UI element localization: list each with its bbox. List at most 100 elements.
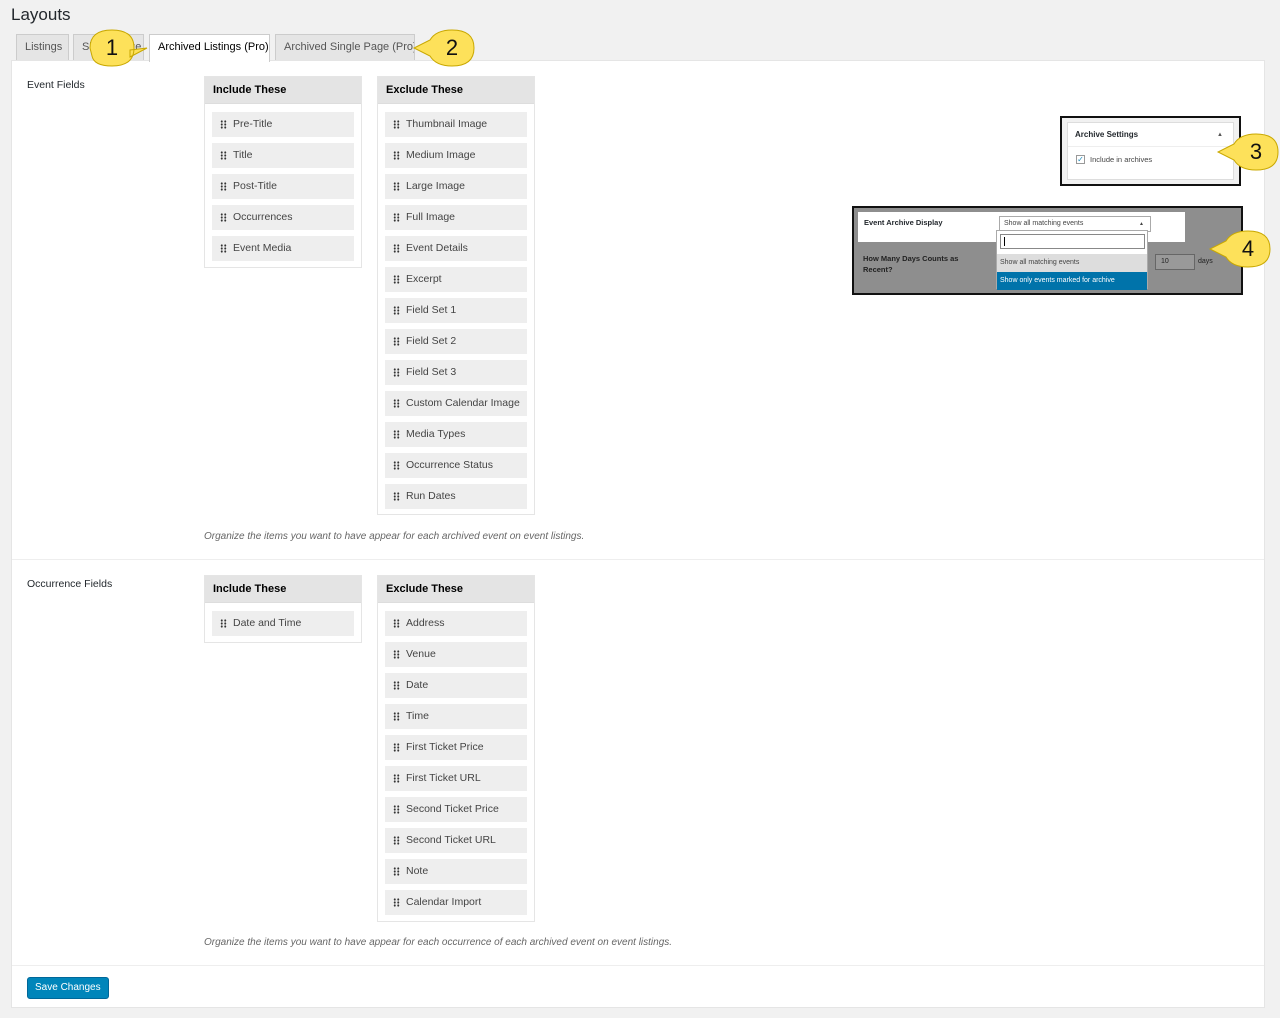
occurrence-exclude-list: Address Venue Date Time First Ticket Price Fi… — [378, 603, 534, 915]
tab-archived-listings[interactable]: Archived Listings (Pro) — [149, 34, 270, 62]
field-item[interactable]: First Ticket URL — [385, 766, 527, 791]
field-item[interactable]: Full Image — [385, 205, 527, 230]
field-item-label: First Ticket URL — [406, 772, 481, 784]
drag-handle-icon[interactable] — [393, 337, 400, 346]
field-item[interactable]: Second Ticket URL — [385, 828, 527, 853]
drag-handle-icon[interactable] — [393, 244, 400, 253]
archive-settings-title: Archive Settings — [1075, 130, 1139, 139]
callout-3: 3 — [1216, 130, 1280, 174]
drag-handle-icon[interactable] — [220, 213, 227, 222]
section-divider — [12, 559, 1264, 560]
field-item[interactable]: Large Image — [385, 174, 527, 199]
field-item[interactable]: Medium Image — [385, 143, 527, 168]
field-item[interactable]: Calendar Import — [385, 890, 527, 915]
dropdown-option-all[interactable]: Show all matching events — [997, 254, 1147, 272]
dropdown-option-archive-only[interactable]: Show only events marked for archive — [997, 272, 1147, 290]
dropdown-search-input[interactable] — [1000, 234, 1145, 249]
drag-handle-icon[interactable] — [393, 182, 400, 191]
drag-handle-icon[interactable] — [393, 619, 400, 628]
recent-days-input[interactable]: 10 — [1155, 254, 1195, 270]
field-item[interactable]: Field Set 3 — [385, 360, 527, 385]
field-item[interactable]: Field Set 1 — [385, 298, 527, 323]
field-item[interactable]: Thumbnail Image — [385, 112, 527, 137]
drag-handle-icon[interactable] — [220, 619, 227, 628]
occurrence-exclude-column: Exclude These Address Venue Date Time First … — [377, 575, 535, 922]
field-item[interactable]: Date and Time — [212, 611, 354, 636]
field-item-label: Large Image — [406, 180, 465, 192]
save-changes-button[interactable]: Save Changes — [27, 977, 109, 999]
drag-handle-icon[interactable] — [393, 650, 400, 659]
field-item-label: Event Media — [233, 242, 292, 254]
callout-2: 2 — [412, 26, 476, 70]
field-item[interactable]: Field Set 2 — [385, 329, 527, 354]
archive-settings-header[interactable]: Archive Settings ▲ — [1068, 123, 1233, 147]
drag-handle-icon[interactable] — [393, 151, 400, 160]
field-item[interactable]: Address — [385, 611, 527, 636]
field-item-label: Occurrence Status — [406, 459, 493, 471]
include-in-archives-checkbox[interactable]: ✓ — [1076, 155, 1085, 164]
drag-handle-icon[interactable] — [393, 743, 400, 752]
field-item-label: Thumbnail Image — [406, 118, 488, 130]
field-item-label: Date and Time — [233, 617, 302, 629]
field-item-label: Full Image — [406, 211, 456, 223]
field-item[interactable]: Run Dates — [385, 484, 527, 509]
callout-1: 1 — [84, 26, 148, 70]
field-item[interactable]: Occurrences — [212, 205, 354, 230]
field-item-label: Calendar Import — [406, 896, 482, 908]
occurrence-fields-help: Organize the items you want to have appe… — [204, 937, 673, 948]
drag-handle-icon[interactable] — [393, 306, 400, 315]
field-item[interactable]: Second Ticket Price — [385, 797, 527, 822]
drag-handle-icon[interactable] — [393, 120, 400, 129]
field-item[interactable]: Event Media — [212, 236, 354, 261]
drag-handle-icon[interactable] — [393, 213, 400, 222]
drag-handle-icon[interactable] — [393, 681, 400, 690]
field-item-label: Occurrences — [233, 211, 293, 223]
field-item-label: Second Ticket URL — [406, 834, 496, 846]
tab-archived-single-page[interactable]: Archived Single Page (Pro) — [275, 34, 415, 61]
field-item[interactable]: Excerpt — [385, 267, 527, 292]
field-item-label: Field Set 2 — [406, 335, 457, 347]
field-item[interactable]: First Ticket Price — [385, 735, 527, 760]
field-item-label: Second Ticket Price — [406, 803, 499, 815]
field-item[interactable]: Note — [385, 859, 527, 884]
callout-number: 2 — [445, 35, 459, 60]
archive-display-dropdown: Show all matching events Show only event… — [996, 230, 1148, 290]
drag-handle-icon[interactable] — [220, 182, 227, 191]
drag-handle-icon[interactable] — [393, 898, 400, 907]
drag-handle-icon[interactable] — [393, 712, 400, 721]
drag-handle-icon[interactable] — [393, 275, 400, 284]
drag-handle-icon[interactable] — [220, 151, 227, 160]
field-item-label: Note — [406, 865, 429, 877]
include-in-archives-label: Include in archives — [1090, 155, 1153, 164]
field-item-label: Address — [406, 617, 445, 629]
field-item-label: Title — [233, 149, 253, 161]
field-item[interactable]: Date — [385, 673, 527, 698]
field-item[interactable]: Custom Calendar Image — [385, 391, 527, 416]
event-include-header: Include These — [205, 77, 361, 104]
field-item[interactable]: Venue — [385, 642, 527, 667]
event-fields-help: Organize the items you want to have appe… — [204, 531, 585, 542]
field-item[interactable]: Title — [212, 143, 354, 168]
section-divider — [12, 965, 1264, 966]
drag-handle-icon[interactable] — [393, 399, 400, 408]
drag-handle-icon[interactable] — [393, 774, 400, 783]
drag-handle-icon[interactable] — [220, 244, 227, 253]
field-item[interactable]: Time — [385, 704, 527, 729]
field-item-label: Event Details — [406, 242, 468, 254]
field-item[interactable]: Occurrence Status — [385, 453, 527, 478]
drag-handle-icon[interactable] — [393, 492, 400, 501]
field-item[interactable]: Post-Title — [212, 174, 354, 199]
drag-handle-icon[interactable] — [393, 461, 400, 470]
drag-handle-icon[interactable] — [393, 867, 400, 876]
drag-handle-icon[interactable] — [220, 120, 227, 129]
tab-listings[interactable]: Listings — [16, 34, 69, 61]
drag-handle-icon[interactable] — [393, 430, 400, 439]
drag-handle-icon[interactable] — [393, 836, 400, 845]
drag-handle-icon[interactable] — [393, 805, 400, 814]
field-item[interactable]: Media Types — [385, 422, 527, 447]
field-item[interactable]: Pre-Title — [212, 112, 354, 137]
field-item[interactable]: Event Details — [385, 236, 527, 261]
field-item-label: Time — [406, 710, 429, 722]
drag-handle-icon[interactable] — [393, 368, 400, 377]
event-fields-label: Event Fields — [27, 79, 85, 91]
